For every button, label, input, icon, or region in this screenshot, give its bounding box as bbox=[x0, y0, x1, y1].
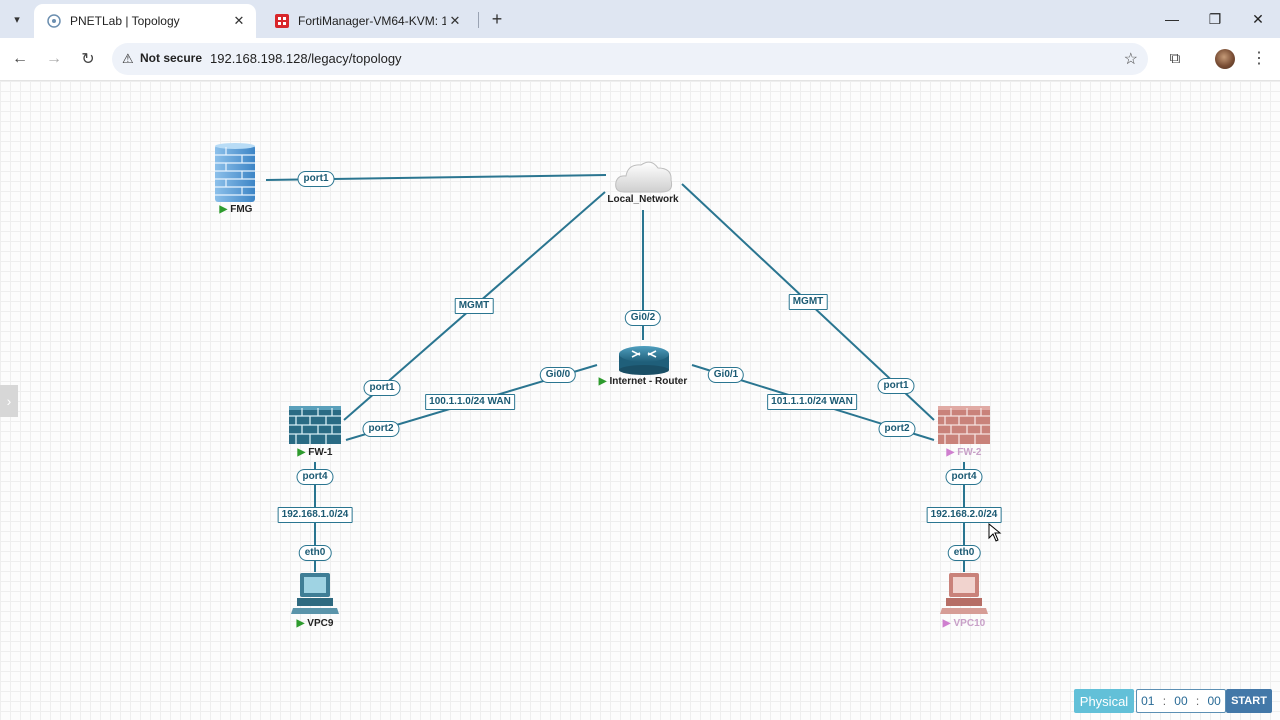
interface-label[interactable]: Gi0/1 bbox=[707, 367, 745, 383]
node-label-router[interactable]: ▶ Internet - Router bbox=[599, 376, 687, 387]
timer-hours: 01 bbox=[1141, 694, 1155, 708]
timer-seconds: 00 bbox=[1207, 694, 1221, 708]
network-label[interactable]: MGMT bbox=[454, 298, 494, 314]
fw2-node[interactable] bbox=[937, 406, 991, 451]
play-icon: ▶ bbox=[942, 618, 951, 629]
play-icon: ▶ bbox=[946, 447, 955, 458]
mouse-cursor-icon bbox=[988, 523, 1002, 542]
firewall-icon bbox=[215, 143, 255, 202]
timer-separator: : bbox=[1162, 694, 1167, 708]
cloud-icon bbox=[615, 161, 673, 193]
network-label[interactable]: 192.168.1.0/24 bbox=[277, 507, 353, 523]
interface-label[interactable]: port2 bbox=[362, 421, 400, 437]
interface-label[interactable]: eth0 bbox=[947, 545, 981, 561]
physical-mode-button[interactable]: Physical bbox=[1074, 689, 1134, 713]
firewall-icon bbox=[938, 406, 990, 444]
interface-label[interactable]: port4 bbox=[945, 469, 983, 485]
network-label[interactable]: 101.1.1.0/24 WAN bbox=[767, 394, 857, 410]
play-icon: ▶ bbox=[296, 618, 305, 629]
interface-label[interactable]: Gi0/2 bbox=[624, 310, 662, 326]
fw1-node[interactable] bbox=[288, 406, 342, 451]
cloud-node[interactable] bbox=[614, 158, 674, 199]
firewall-icon bbox=[289, 406, 341, 444]
fmg-node[interactable] bbox=[214, 143, 256, 208]
network-label[interactable]: MGMT bbox=[788, 294, 828, 310]
vpc10-node[interactable] bbox=[940, 572, 990, 621]
play-icon: ▶ bbox=[598, 376, 607, 387]
interface-label[interactable]: eth0 bbox=[298, 545, 332, 561]
interface-label[interactable]: port1 bbox=[877, 378, 915, 394]
node-label-local-network[interactable]: Local_Network bbox=[607, 194, 678, 205]
start-button[interactable]: START bbox=[1226, 689, 1272, 713]
lab-timer[interactable]: 01 : 00 : 00 bbox=[1136, 689, 1226, 713]
interface-label[interactable]: Gi0/0 bbox=[539, 367, 577, 383]
interface-label[interactable]: port1 bbox=[363, 380, 401, 396]
vpc9-node[interactable] bbox=[291, 572, 341, 621]
network-label[interactable]: 100.1.1.0/24 WAN bbox=[425, 394, 515, 410]
node-label-vpc9[interactable]: ▶ VPC9 bbox=[297, 618, 334, 629]
play-icon: ▶ bbox=[219, 204, 228, 215]
node-label-vpc10[interactable]: ▶ VPC10 bbox=[943, 618, 985, 629]
node-label-fw1[interactable]: ▶ FW-1 bbox=[298, 447, 333, 458]
timer-separator: : bbox=[1195, 694, 1200, 708]
interface-label[interactable]: port4 bbox=[296, 469, 334, 485]
node-label-fw2[interactable]: ▶ FW-2 bbox=[947, 447, 982, 458]
timer-minutes: 00 bbox=[1174, 694, 1188, 708]
play-icon: ▶ bbox=[297, 447, 306, 458]
pc-icon bbox=[291, 573, 339, 614]
pc-icon bbox=[940, 573, 988, 614]
interface-label[interactable]: port2 bbox=[878, 421, 916, 437]
router-icon bbox=[619, 346, 669, 375]
network-label[interactable]: 192.168.2.0/24 bbox=[926, 507, 1002, 523]
router-node[interactable] bbox=[618, 340, 670, 381]
node-label-fmg[interactable]: ▶ FMG bbox=[220, 204, 253, 215]
interface-label[interactable]: port1 bbox=[297, 171, 335, 187]
